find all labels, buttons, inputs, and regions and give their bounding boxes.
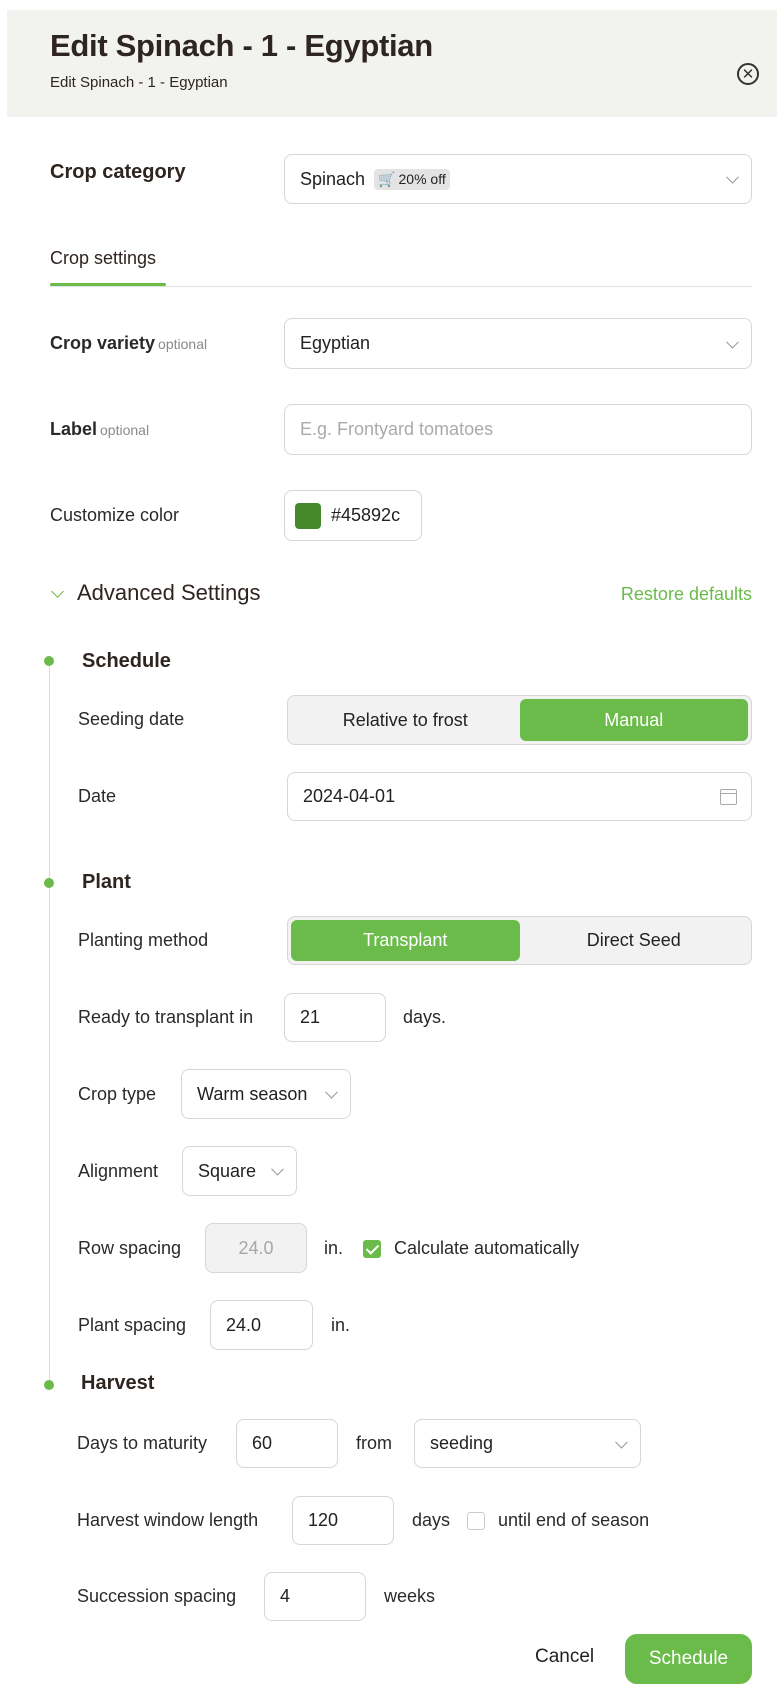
from-select[interactable]: seeding (414, 1419, 641, 1468)
schedule-section-title: Schedule (82, 650, 171, 672)
planting-option-transplant[interactable]: Transplant (291, 920, 520, 961)
chevron-down-icon (325, 1085, 338, 1099)
days-to-maturity-label: Days to maturity (77, 1433, 208, 1453)
alignment-label: Alignment (78, 1161, 159, 1181)
modal-header: Edit Spinach - 1 - Egyptian Edit Spinach… (7, 10, 777, 117)
seeding-option-relative-to-frost[interactable]: Relative to frost (291, 699, 520, 741)
plant-spacing-unit: in. (331, 1315, 351, 1335)
calculate-automatically-checkbox[interactable] (363, 1240, 381, 1258)
harvest-section-title: Harvest (81, 1372, 155, 1394)
crop-category-label: Crop category (50, 161, 186, 183)
harvest-window-value: 120 (308, 1510, 339, 1530)
timeline-dot (44, 878, 54, 888)
calculate-automatically-label: Calculate automatically (394, 1238, 580, 1258)
crop-type-value: Warm season (197, 1083, 308, 1104)
transplant-days-unit: days. (403, 1007, 447, 1027)
date-value: 2024-04-01 (303, 786, 396, 806)
timeline-dot (44, 1380, 54, 1390)
plant-spacing-value: 24.0 (226, 1314, 262, 1335)
days-to-maturity-input[interactable]: 60 (236, 1419, 338, 1468)
restore-defaults-link[interactable]: Restore defaults (621, 584, 752, 605)
chevron-down-icon (615, 1435, 628, 1449)
plant-spacing-input[interactable]: 24.0 (210, 1300, 313, 1350)
optional-hint: optional (158, 336, 208, 352)
from-value: seeding (430, 1433, 494, 1453)
transplant-days-input[interactable]: 21 (284, 993, 386, 1042)
chevron-down-icon (726, 335, 739, 349)
label-label: Label optional (50, 419, 149, 440)
row-spacing-input[interactable]: 24.0 (205, 1223, 307, 1273)
row-spacing-label: Row spacing (78, 1238, 182, 1258)
date-input[interactable]: 2024-04-01 (287, 772, 752, 821)
color-swatch (295, 502, 321, 529)
timeline-dot (44, 656, 54, 666)
cart-icon: 🛒 (378, 170, 396, 187)
tab-divider (50, 286, 752, 287)
advanced-settings-toggle[interactable]: Advanced Settings (77, 580, 260, 606)
customize-color-label: Customize color (50, 505, 180, 525)
harvest-window-input[interactable]: 120 (292, 1496, 394, 1545)
plant-spacing-label: Plant spacing (78, 1315, 187, 1335)
crop-category-value: Spinach (300, 168, 366, 189)
calendar-icon[interactable] (720, 788, 737, 805)
schedule-button[interactable]: Schedule (625, 1634, 752, 1684)
crop-category-select[interactable]: Spinach 🛒 20% off (284, 154, 752, 204)
until-end-of-season-label: until end of season (498, 1510, 650, 1530)
crop-variety-select[interactable]: Egyptian (284, 318, 752, 369)
discount-badge: 🛒 20% off (374, 168, 450, 190)
succession-spacing-label: Succession spacing (77, 1586, 237, 1606)
planting-method-label: Planting method (78, 930, 209, 950)
plant-section-title: Plant (82, 871, 131, 893)
crop-type-label: Crop type (78, 1084, 157, 1104)
chevron-down-icon (271, 1162, 284, 1176)
succession-spacing-unit: weeks (384, 1586, 436, 1606)
harvest-window-label: Harvest window length (77, 1510, 259, 1530)
until-end-of-season-checkbox[interactable] (467, 1512, 485, 1530)
label-label-text: Label (50, 419, 98, 439)
crop-variety-label-text: Crop variety (50, 333, 156, 353)
tab-crop-settings[interactable]: Crop settings (50, 248, 156, 269)
succession-spacing-input[interactable]: 4 (264, 1572, 366, 1621)
planting-method-toggle: Transplant Direct Seed (287, 916, 752, 965)
succession-spacing-value: 4 (280, 1586, 291, 1606)
cancel-button[interactable]: Cancel (535, 1646, 594, 1668)
date-label: Date (78, 786, 117, 806)
modal-subtitle: Edit Spinach - 1 - Egyptian (50, 74, 228, 91)
optional-hint: optional (100, 422, 150, 438)
alignment-select[interactable]: Square (182, 1146, 297, 1196)
crop-type-select[interactable]: Warm season (181, 1069, 351, 1119)
alignment-value: Square (198, 1160, 257, 1181)
from-label: from (356, 1433, 392, 1453)
seeding-date-label: Seeding date (78, 709, 185, 729)
label-placeholder: E.g. Frontyard tomatoes (300, 419, 494, 439)
planting-option-direct-seed[interactable]: Direct Seed (520, 920, 749, 961)
chevron-down-icon (726, 170, 739, 184)
row-spacing-value: 24.0 (238, 1237, 274, 1258)
transplant-days-value: 21 (300, 1007, 321, 1027)
crop-variety-label: Crop variety optional (50, 333, 207, 354)
seeding-option-manual[interactable]: Manual (519, 699, 748, 741)
seeding-date-toggle: Relative to frost Manual (287, 695, 752, 745)
ready-to-transplant-label: Ready to transplant in (78, 1007, 254, 1027)
close-icon[interactable]: ✕ (737, 63, 759, 85)
days-to-maturity-value: 60 (252, 1433, 273, 1453)
discount-text: 20% off (398, 171, 446, 187)
row-spacing-unit: in. (324, 1238, 344, 1258)
chevron-down-icon[interactable] (51, 585, 64, 598)
harvest-window-unit: days (412, 1510, 451, 1530)
color-value: #45892c (331, 505, 401, 525)
label-input[interactable]: E.g. Frontyard tomatoes (284, 404, 752, 455)
crop-variety-value: Egyptian (300, 333, 371, 353)
timeline-line (49, 661, 50, 1384)
color-picker[interactable]: #45892c (284, 490, 422, 541)
modal-title: Edit Spinach - 1 - Egyptian (50, 28, 433, 63)
